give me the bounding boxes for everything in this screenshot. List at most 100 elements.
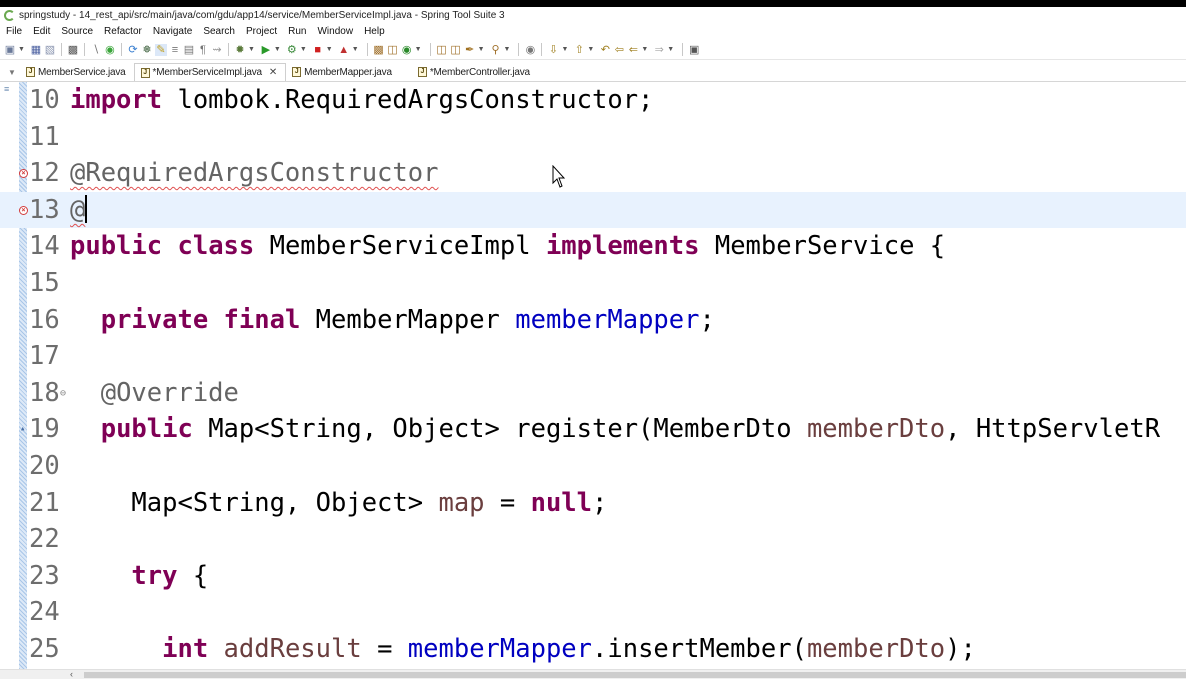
code-token: implements (545, 231, 700, 262)
stop-dropdown-icon[interactable]: ▼ (326, 46, 333, 53)
back-dropdown-icon[interactable]: ▼ (641, 46, 648, 53)
horizontal-scrollbar[interactable]: ‹ (0, 669, 1186, 679)
code-token: map (438, 487, 485, 518)
menu-file[interactable]: File (6, 26, 22, 37)
edit-dropdown-icon[interactable]: ▼ (478, 46, 485, 53)
scrollbar-thumb[interactable] (84, 672, 1186, 678)
tab-member-service-impl[interactable]: J *MemberServiceImpl.java ✕ (133, 63, 287, 81)
menu-project[interactable]: Project (246, 26, 277, 37)
prev-annotation-icon[interactable]: ⇧ (573, 44, 585, 56)
menu-source[interactable]: Source (61, 26, 93, 37)
new-class-icon[interactable]: ◉ (401, 44, 413, 56)
save-icon[interactable]: ▦ (30, 44, 42, 56)
menu-refactor[interactable]: Refactor (104, 26, 142, 37)
prev-annotation-dropdown-icon[interactable]: ▼ (587, 46, 594, 53)
search-dropdown-icon[interactable]: ▼ (504, 46, 511, 53)
scroll-left-icon[interactable]: ‹ (70, 670, 73, 679)
new-java-project-icon[interactable]: ▩ (373, 44, 385, 56)
highlight-icon[interactable]: ✎ (154, 43, 167, 56)
pin-icon[interactable]: ❅ (141, 44, 153, 56)
menu-run[interactable]: Run (288, 26, 306, 37)
java-editor[interactable]: ≡ 10 import lombok.RequiredArgsConstructo… (0, 82, 1186, 669)
menu-help[interactable]: Help (364, 26, 385, 37)
open-folder-icon[interactable]: ◫ (450, 44, 462, 56)
code-token: final (223, 304, 301, 335)
error-marker-icon[interactable]: × (19, 205, 28, 215)
server-dropdown-icon[interactable]: ▼ (352, 46, 359, 53)
code-line[interactable]: 11 (0, 119, 1186, 156)
block-select-icon[interactable]: ▤ (183, 44, 195, 56)
back-icon[interactable]: ⇦ (613, 44, 625, 56)
code-line[interactable]: 18 @Override ⊖ (0, 375, 1186, 412)
tab-member-service[interactable]: J MemberService.java (20, 63, 134, 81)
tab-member-mapper[interactable]: J MemberMapper.java (286, 63, 400, 81)
close-icon[interactable]: ✕ (269, 67, 277, 78)
toolbar-separator (83, 43, 85, 56)
menu-window[interactable]: Window (317, 26, 353, 37)
tab-list-menu-icon[interactable]: ▼ (4, 63, 20, 81)
code-line[interactable]: 23 try { (0, 558, 1186, 595)
code-line[interactable]: 24 (0, 594, 1186, 631)
code-token: memberMapper (407, 634, 593, 664)
whitespace-icon[interactable]: ¶ (197, 44, 209, 56)
code-line[interactable]: 15 (0, 265, 1186, 302)
print-icon[interactable]: ▩ (67, 44, 79, 56)
code-text: @RequiredArgsConstructor (70, 155, 438, 192)
new-dropdown-icon[interactable]: ▼ (18, 46, 25, 53)
code-line[interactable]: 14 public class MemberServiceImpl impleme… (0, 228, 1186, 265)
code-token: ; (592, 487, 608, 518)
code-token: MemberServiceImpl (254, 231, 546, 262)
code-text: @Override (70, 375, 239, 412)
code-line[interactable]: 25 int addResult = memberMapper.insertMe… (0, 631, 1186, 668)
code-line[interactable]: 20 (0, 448, 1186, 485)
code-line[interactable]: 19 public Map<String, Object> register(M… (0, 411, 1186, 448)
run-dropdown-icon[interactable]: ▼ (274, 46, 281, 53)
run-icon[interactable]: ▶ (260, 44, 272, 56)
save-all-icon[interactable]: ▧ (44, 44, 56, 56)
window-titlebar: springstudy - 14_rest_api/src/main/java/… (0, 7, 1186, 23)
last-edit-icon[interactable]: ↶ (599, 44, 611, 56)
code-line[interactable]: 22 (0, 521, 1186, 558)
annotation-nav-icon[interactable]: ⇝ (211, 44, 223, 56)
edit-icon[interactable]: ✒ (464, 44, 476, 56)
code-line[interactable]: 17 (0, 338, 1186, 375)
external-tools-dropdown-icon[interactable]: ▼ (300, 46, 307, 53)
new-class-dropdown-icon[interactable]: ▼ (415, 46, 422, 53)
debug-bug-icon[interactable]: ✹ (234, 44, 246, 56)
history-back-icon[interactable]: ⇐ (627, 44, 639, 56)
toolbar-separator (120, 43, 122, 56)
search-icon[interactable]: ⚲ (490, 44, 502, 56)
code-text: import lombok.RequiredArgsConstructor; (70, 82, 653, 119)
debug-dropdown-icon[interactable]: ▼ (248, 46, 255, 53)
menu-navigate[interactable]: Navigate (153, 26, 192, 37)
tab-member-controller[interactable]: J *MemberController.java (412, 63, 538, 81)
code-line[interactable]: 13 @ × (0, 191, 1186, 229)
word-wrap-icon[interactable]: ≡ (169, 44, 181, 56)
error-marker-icon[interactable]: × (19, 169, 28, 179)
external-tools-icon[interactable]: ⚙ (286, 44, 298, 56)
menu-edit[interactable]: Edit (33, 26, 50, 37)
new-package-icon[interactable]: ◫ (387, 44, 399, 56)
new-window-icon[interactable]: ▣ (688, 44, 700, 56)
stop-icon[interactable]: ■ (312, 44, 324, 56)
forward-icon[interactable]: ⇒ (653, 44, 665, 56)
forward-dropdown-icon[interactable]: ▼ (667, 46, 674, 53)
next-annotation-dropdown-icon[interactable]: ▼ (561, 46, 568, 53)
next-annotation-icon[interactable]: ⇩ (547, 44, 559, 56)
menu-search[interactable]: Search (203, 26, 235, 37)
server-icon[interactable]: ▲ (338, 44, 350, 56)
open-type-icon[interactable]: ◫ (436, 44, 448, 56)
debug-icon[interactable]: ◉ (104, 44, 116, 56)
toolbar-separator (429, 43, 431, 56)
spring-icon[interactable]: ◉ (524, 44, 536, 56)
java-file-icon: J (26, 67, 35, 77)
new-icon[interactable]: ▣ (4, 44, 16, 56)
override-marker-icon[interactable]: ▴ (20, 411, 25, 448)
code-line[interactable]: 12 @RequiredArgsConstructor × (0, 155, 1186, 192)
code-line[interactable]: 21 Map<String, Object> map = null; (0, 485, 1186, 522)
code-line[interactable]: 16 private final MemberMapper memberMapp… (0, 302, 1186, 339)
code-line[interactable]: 10 import lombok.RequiredArgsConstructor; (0, 82, 1186, 119)
refresh-icon[interactable]: ⟳ (127, 44, 139, 56)
toggle-mark-icon[interactable]: ∖ (90, 44, 102, 56)
fold-toggle-icon[interactable]: ⊖ (60, 376, 66, 413)
